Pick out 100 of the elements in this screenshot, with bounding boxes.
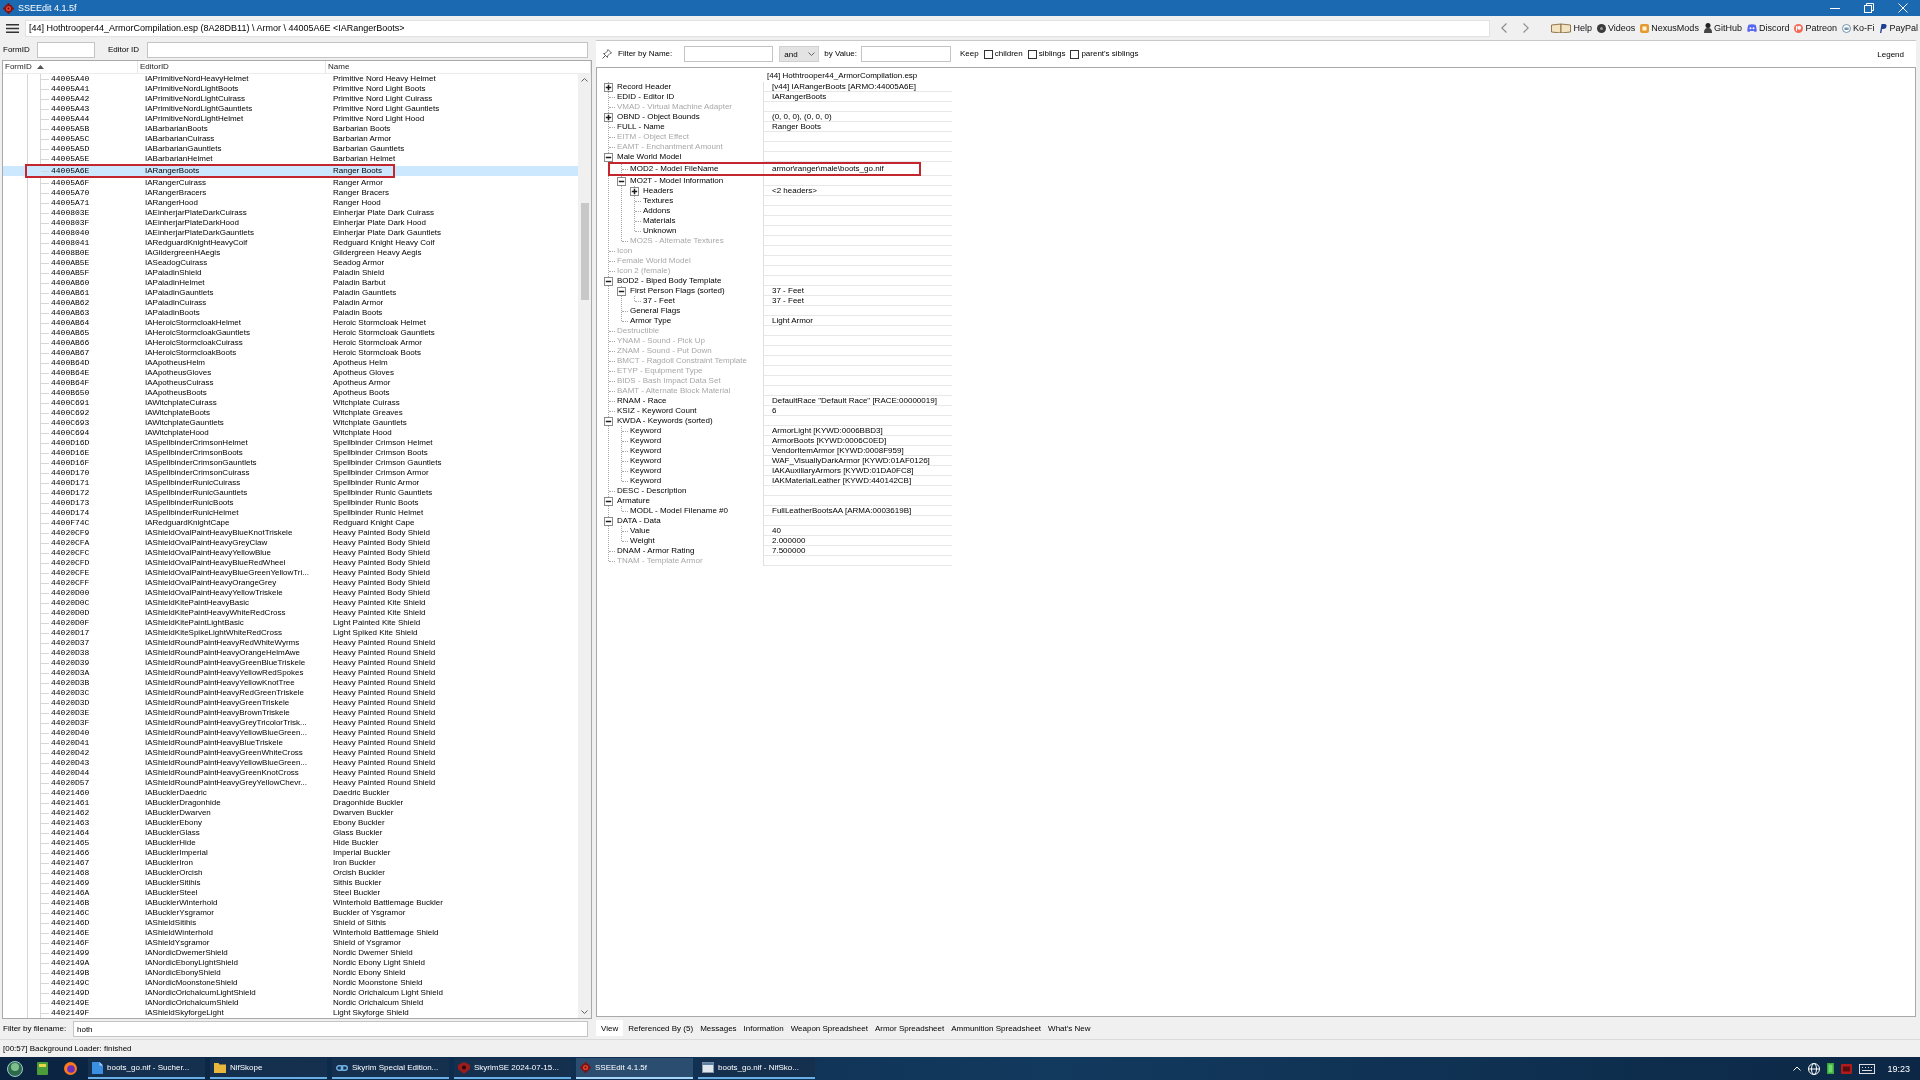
expand-icon[interactable] [604, 112, 613, 122]
globe-icon[interactable] [1808, 1062, 1821, 1075]
record-row[interactable]: 44020D17 IAShieldKiteSpikeLightWhiteRedCross Light Spiked Kite Shield [3, 628, 578, 638]
record-row[interactable]: 44005A5B IABarbarianBoots Barbarian Boots [3, 124, 578, 134]
collapse-icon[interactable] [604, 276, 613, 286]
checkbox[interactable] [983, 49, 993, 59]
column-header[interactable]: EditorID [138, 61, 326, 73]
record-row[interactable]: 4400AB61 IAPaladinGauntlets Paladin Gauntlets [3, 288, 578, 298]
record-row[interactable]: 4400D170 IASpellbinderCrimsonCuirass Spellbinder Crimson Armor [3, 468, 578, 478]
record-row[interactable]: 4400D16E IASpellbinderCrimsonBoots Spellbinder Crimson Boots [3, 448, 578, 458]
record-row[interactable]: 4402149E IANordicOrichalcumShield Nordic Orichalcum Shield [3, 998, 578, 1008]
record-row[interactable]: 4402149F IAShieldSkyforgeLight Light Skyforge Shield [3, 1008, 578, 1018]
record-row[interactable]: 44020D40 IAShieldRoundPaintHeavyYellowBlueGreen... Heavy Painted Round Shield [3, 728, 578, 738]
collapse-icon[interactable] [617, 176, 626, 186]
record-row[interactable]: 4402149B IANordicEbonyShield Nordic Ebony Shield [3, 968, 578, 978]
record-row[interactable]: 44020D37 IAShieldRoundPaintHeavyRedWhiteWyrms Heavy Painted Round Shield [3, 638, 578, 648]
value-filter-field[interactable] [861, 46, 951, 62]
toolbar-link[interactable]: Help [1551, 22, 1592, 34]
record-row[interactable]: 4402149C IANordicMoonstoneShield Nordic Moonstone Shield [3, 978, 578, 988]
scrollbar[interactable] [578, 74, 591, 1018]
record-row[interactable]: 4400D171 IASpellbinderRunicCuirass Spellbinder Runic Armor [3, 478, 578, 488]
record-row[interactable]: 44020D44 IAShieldRoundPaintHeavyGreenKnotCross Heavy Painted Round Shield [3, 768, 578, 778]
record-row[interactable]: 44020D43 IAShieldRoundPaintHeavyYellowBlueGreen... Heavy Painted Round Shield [3, 758, 578, 768]
record-row[interactable]: 44005A44 IAPrimitiveNordLightHelmet Primitive Nord Light Hood [3, 114, 578, 124]
record-row[interactable]: 4400AB60 IAPaladinHelmet Paladin Barbut [3, 278, 578, 288]
tab[interactable]: What's New [1046, 1020, 1093, 1036]
record-row[interactable]: 44008040 IAEinherjarPlateDarkGauntlets Einherjar Plate Dark Gauntlets [3, 228, 578, 238]
record-row[interactable]: 44005A71 IARangerHood Ranger Hood [3, 198, 578, 208]
keyboard-icon[interactable] [1859, 1063, 1876, 1074]
collapse-icon[interactable] [604, 416, 613, 426]
tab[interactable]: View [596, 1020, 624, 1036]
expand-icon[interactable] [604, 82, 613, 92]
record-row[interactable]: 44021461 IABucklerDragonhide Dragonhide Buckler [3, 798, 578, 808]
record-row[interactable]: 4402146E IAShieldWinterhold Winterhold Battlemage Shield [3, 928, 578, 938]
toolbar-link[interactable]: Videos [1597, 22, 1636, 34]
collapse-icon[interactable] [604, 496, 613, 506]
record-row[interactable]: 44020D3C IAShieldRoundPaintHeavyRedGreenTriskele Heavy Painted Round Shield [3, 688, 578, 698]
record-row[interactable]: 44021499 IANordicDwemerShield Nordic Dwemer Shield [3, 948, 578, 958]
record-row[interactable]: 4400803F IAEinherjarPlateDarkHood Einherjar Plate Dark Hood [3, 218, 578, 228]
record-row[interactable]: 4400D174 IASpellbinderRunicHelmet Spellbinder Runic Helmet [3, 508, 578, 518]
record-row[interactable]: 44021463 IABucklerEbony Ebony Buckler [3, 818, 578, 828]
record-row[interactable]: 4400AB63 IAPaladinBoots Paladin Boots [3, 308, 578, 318]
record-row[interactable]: 4402146D IAShieldSitihis Shield of Sithis [3, 918, 578, 928]
record-row[interactable]: 4400AB64 IAHeroicStormcloakHelmet Heroic Stormcloak Helmet [3, 318, 578, 328]
tab[interactable]: Ammunition Spreadsheet [949, 1020, 1044, 1036]
formid-filter-field[interactable] [37, 42, 95, 58]
record-row[interactable]: 44020D0D IAShieldKitePaintHeavyWhiteRedCross Heavy Painted Kite Shield [3, 608, 578, 618]
record-row[interactable]: 4402149D IANordicOrichalcumLightShield Nordic Orichalcum Light Shield [3, 988, 578, 998]
tab[interactable]: Messages [698, 1020, 739, 1036]
record-row[interactable]: 44020D41 IAShieldRoundPaintHeavyBlueTriskele Heavy Painted Round Shield [3, 738, 578, 748]
record-row[interactable]: 44020D0C IAShieldKitePaintHeavyBasic Heavy Painted Kite Shield [3, 598, 578, 608]
record-row[interactable]: 44008B0E IAGildergreenHAegis Gildergreen Heavy Aegis [3, 248, 578, 258]
record-row[interactable]: 44021462 IABucklerDwarven Dwarven Buckler [3, 808, 578, 818]
record-row[interactable]: 4400C691 IAWitchplateCuirass Witchplate Cuirass [3, 398, 578, 408]
record-row[interactable]: 4400D16F IASpellbinderCrimsonGauntlets Spellbinder Crimson Gauntlets [3, 458, 578, 468]
record-row[interactable]: 4400D172 IASpellbinderRunicGauntlets Spellbinder Runic Gauntlets [3, 488, 578, 498]
record-row[interactable]: 44005A43 IAPrimitiveNordLightGauntlets Primitive Nord Light Gauntlets [3, 104, 578, 114]
taskbar-button[interactable]: boots_go.nif - Sucher... [88, 1058, 205, 1079]
taskbar-button[interactable]: NifSkope [210, 1058, 327, 1079]
taskbar-button[interactable]: SkyrimSE 2024-07-15... [454, 1058, 571, 1079]
record-row[interactable]: 44008041 IARedguardKnightHeavyCoif Redguard Knight Heavy Coif [3, 238, 578, 248]
operator-dropdown[interactable]: and [779, 46, 820, 62]
record-row[interactable]: 4400803E IAEinherjarPlateDarkCuirass Einherjar Plate Dark Cuirass [3, 208, 578, 218]
record-row[interactable]: 4402149A IANordicEbonyLightShield Nordic Ebony Light Shield [3, 958, 578, 968]
record-row[interactable]: 4402146A IABucklerSteel Steel Buckler [3, 888, 578, 898]
record-row[interactable]: 4400AB66 IAHeroicStormcloakCuirass Heroic Stormcloak Armor [3, 338, 578, 348]
record-row[interactable]: 4400B64D IAApotheusHelm Apotheus Helm [3, 358, 578, 368]
tab[interactable]: Referenced By (5) [626, 1020, 696, 1036]
record-row[interactable]: 4400C694 IAWitchplateHood Witchplate Hood [3, 428, 578, 438]
collapse-icon[interactable] [604, 516, 613, 526]
record-row[interactable]: 44020CFE IAShieldOvalPaintHeavyBlueGreenYellowTri... Heavy Painted Body Shield [3, 568, 578, 578]
toolbar-link[interactable]: NexusMods [1640, 22, 1699, 34]
path-field[interactable]: [44] Hothtrooper44_ArmorCompilation.esp (8A28DB11) \ Armor \ 44005A6E <IARangerBoots> [25, 19, 1490, 37]
record-row[interactable]: 44020D3D IAShieldRoundPaintHeavyGreenTriskele Heavy Painted Round Shield [3, 698, 578, 708]
record-row[interactable]: 4400B650 IAApotheusBoots Apotheus Boots [3, 388, 578, 398]
record-row[interactable]: 4402146B IABucklerWinterhold Winterhold Battlemage Buckler [3, 898, 578, 908]
pin-icon[interactable] [602, 49, 612, 59]
legend-button[interactable]: Legend [1877, 49, 1904, 59]
scroll-thumb[interactable] [580, 203, 589, 300]
record-row[interactable]: 44005A42 IAPrimitiveNordLightCuirass Primitive Nord Light Cuirass [3, 94, 578, 104]
record-row[interactable]: 44005A5E IABarbarianHelmet Barbarian Helmet [3, 154, 578, 164]
record-row[interactable]: 44020D3E IAShieldRoundPaintHeavyBrownTriskele Heavy Painted Round Shield [3, 708, 578, 718]
record-row[interactable]: 44020CFF IAShieldOvalPaintHeavyOrangeGrey Heavy Painted Body Shield [3, 578, 578, 588]
record-row[interactable]: 4400AB67 IAHeroicStormcloakBoots Heroic Stormcloak Boots [3, 348, 578, 358]
record-row[interactable]: 44020D42 IAShieldRoundPaintHeavyGreenWhiteCross Heavy Painted Round Shield [3, 748, 578, 758]
record-row[interactable]: 44005A41 IAPrimitiveNordLightBoots Primitive Nord Light Boots [3, 84, 578, 94]
record-row[interactable]: 44020CFD IAShieldOvalPaintHeavyBlueRedWheel Heavy Painted Body Shield [3, 558, 578, 568]
record-row[interactable]: 44021469 IABucklerSitihis Sithis Buckler [3, 878, 578, 888]
record-row[interactable]: 4400AB65 IAHeroicStormcloakGauntlets Heroic Stormcloak Gauntlets [3, 328, 578, 338]
record-row[interactable]: 4400AB5E IASeadogCuirass Seadog Armor [3, 258, 578, 268]
tab[interactable]: Information [741, 1020, 786, 1036]
expand-icon[interactable] [630, 186, 639, 196]
column-header[interactable]: FormID [3, 61, 138, 73]
record-row[interactable]: 44005A70 IARangerBracers Ranger Bracers [3, 188, 578, 198]
chevron-down-icon[interactable] [581, 1010, 588, 1014]
record-row[interactable]: 4400AB5F IAPaladinShield Paladin Shield [3, 268, 578, 278]
record-row[interactable]: 44020D0F IAShieldKitePaintLightBasic Light Painted Kite Shield [3, 618, 578, 628]
record-row[interactable]: 44021465 IABucklerHide Hide Buckler [3, 838, 578, 848]
record-row[interactable]: 4400C692 IAWitchplateBoots Witchplate Greaves [3, 408, 578, 418]
toolbar-link[interactable]: Ko-Fi [1841, 22, 1875, 34]
